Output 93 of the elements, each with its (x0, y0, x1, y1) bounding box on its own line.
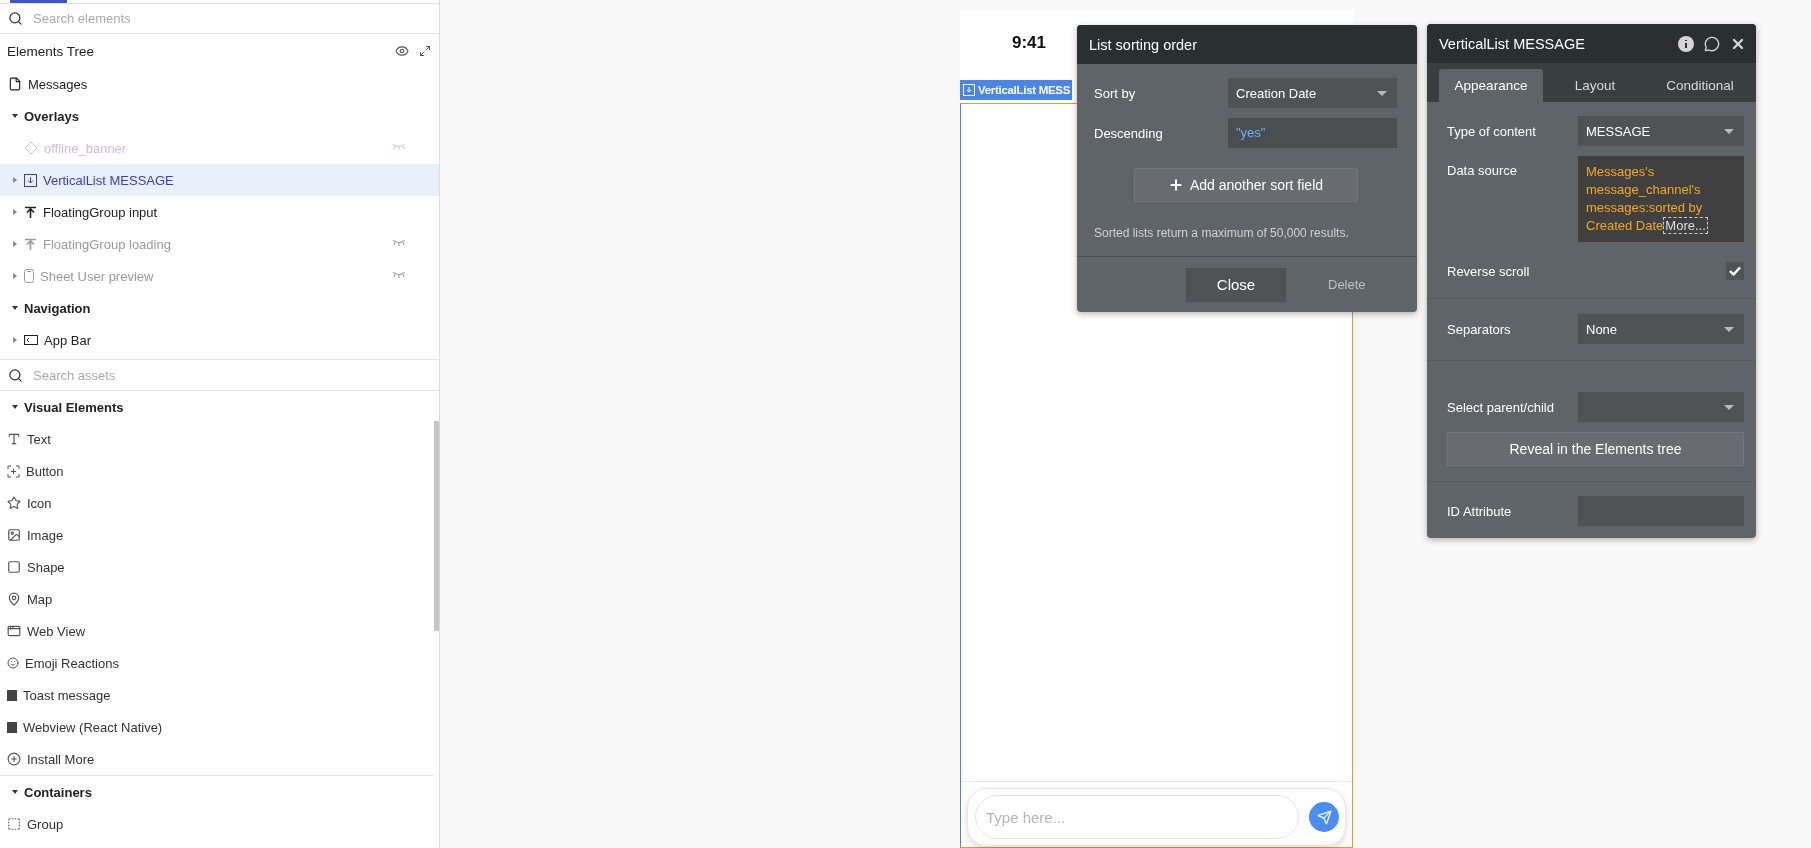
search-field[interactable]: Search elements (31, 10, 431, 27)
hidden-eye-icon[interactable] (392, 271, 406, 278)
down-arrow-box-icon (24, 173, 37, 187)
close-button[interactable]: Close (1186, 267, 1286, 302)
phone-icon (24, 269, 34, 283)
smiley-icon (7, 657, 19, 669)
send-button[interactable] (1309, 802, 1339, 832)
plus-circle-icon (7, 752, 21, 766)
search-icon (8, 367, 23, 383)
star-icon (7, 496, 21, 510)
asset-item[interactable]: Emoji Reactions (0, 647, 439, 679)
page-icon (8, 77, 22, 91)
tree-section[interactable]: Overlays (0, 100, 439, 132)
caret-icon (1724, 404, 1734, 410)
plus-icon (1167, 177, 1184, 193)
more-link[interactable]: More... (1663, 217, 1708, 234)
asset-item[interactable]: Text (0, 423, 439, 455)
asset-item[interactable]: Image (0, 519, 439, 551)
message-input[interactable]: Type here... (975, 795, 1299, 839)
caret-icon[interactable] (12, 789, 18, 795)
tab[interactable]: Conditional (1647, 69, 1753, 102)
status-time: 9:41 (1012, 33, 1047, 53)
note-text: Sorted lists return a maximum of 50,000 results. (1094, 226, 1350, 240)
panel-title: Elements Tree (7, 43, 95, 59)
text-icon (7, 432, 21, 446)
hidden-eye-icon[interactable] (392, 239, 406, 246)
field-label: Type of content (1447, 123, 1537, 139)
checkbox[interactable] (1726, 262, 1744, 280)
image-icon (7, 528, 21, 542)
caret-icon[interactable] (12, 113, 18, 119)
expand-icon[interactable] (419, 45, 431, 57)
add-sort-button[interactable]: Add another sort field (1133, 168, 1358, 202)
down-arrow-box-icon (963, 84, 975, 96)
active-tab-indicator (10, 0, 67, 3)
check-icon (1729, 266, 1741, 276)
asset-section[interactable]: Containers (0, 776, 439, 808)
tree-item[interactable]: VerticalList MESSAGE (0, 164, 439, 196)
eye-icon[interactable] (395, 44, 409, 58)
caret-icon[interactable] (12, 305, 18, 311)
dashed-square-icon (7, 817, 21, 831)
up-arrow-icon (24, 237, 37, 251)
field-label: ID Attribute (1447, 503, 1513, 519)
asset-section[interactable]: Visual Elements (0, 391, 439, 423)
comment-icon[interactable] (1704, 35, 1720, 52)
up-arrow-icon (24, 205, 37, 219)
asset-item[interactable]: Shape (0, 551, 439, 583)
dropdown[interactable]: Creation Date (1228, 78, 1397, 108)
caret-icon (1377, 90, 1387, 96)
info-icon[interactable] (1678, 35, 1694, 52)
reveal-button[interactable]: Reveal in the Elements tree (1447, 432, 1744, 466)
tree-section[interactable]: Navigation (0, 292, 439, 324)
asset-item[interactable]: Group (0, 808, 439, 840)
dropdown[interactable]: MESSAGE (1578, 116, 1744, 146)
square-icon (7, 689, 17, 701)
asset-item[interactable]: Button (0, 455, 439, 487)
window-icon (7, 624, 21, 638)
caret-icon[interactable] (12, 404, 18, 410)
asset-item[interactable]: Icon (0, 487, 439, 519)
field-label: Sort by (1094, 85, 1137, 101)
asset-item[interactable]: Webview (React Native) (0, 711, 439, 743)
asset-item[interactable]: Toast message (0, 679, 439, 711)
asset-item[interactable]: Install More (0, 743, 439, 775)
expression-field[interactable]: Messages's message_channel's messages:sorted by Created Date More... (1578, 156, 1744, 242)
diamond-icon (24, 141, 38, 155)
dropdown[interactable]: None (1578, 314, 1744, 344)
search-icon (8, 11, 23, 26)
map-pin-icon (7, 592, 21, 606)
square-icon (7, 721, 17, 733)
field-label: Descending (1094, 125, 1164, 141)
tree-item[interactable]: FloatingGroup input (0, 196, 439, 228)
button-icon (7, 464, 20, 478)
asset-item[interactable]: Map (0, 583, 439, 615)
element-name: VerticalList MESS (978, 84, 1071, 96)
expression-field[interactable]: "yes" (1228, 118, 1397, 148)
caret-icon (1724, 326, 1734, 332)
tab[interactable]: Layout (1543, 69, 1647, 102)
field-label: Separators (1447, 321, 1512, 337)
element-label[interactable]: VerticalList MESS (960, 80, 1073, 100)
tree-item[interactable]: App Bar (0, 324, 439, 356)
panel-title: VerticalList MESSAGE (1439, 35, 1585, 52)
caret-icon (1724, 128, 1734, 134)
tab[interactable]: Appearance (1439, 69, 1543, 102)
asset-item[interactable]: Web View (0, 615, 439, 647)
send-icon (1316, 809, 1332, 825)
scrollbar[interactable] (434, 421, 439, 631)
field-label: Reverse scroll (1447, 263, 1531, 279)
app-bar-icon (24, 335, 38, 345)
field-label: Data source (1447, 162, 1519, 178)
popup-title: List sorting order (1089, 36, 1197, 53)
field-label: Select parent/child (1447, 399, 1555, 415)
square-icon (7, 560, 21, 574)
tree-item[interactable]: Messages (0, 68, 439, 100)
search-field[interactable]: Search assets (31, 366, 431, 384)
